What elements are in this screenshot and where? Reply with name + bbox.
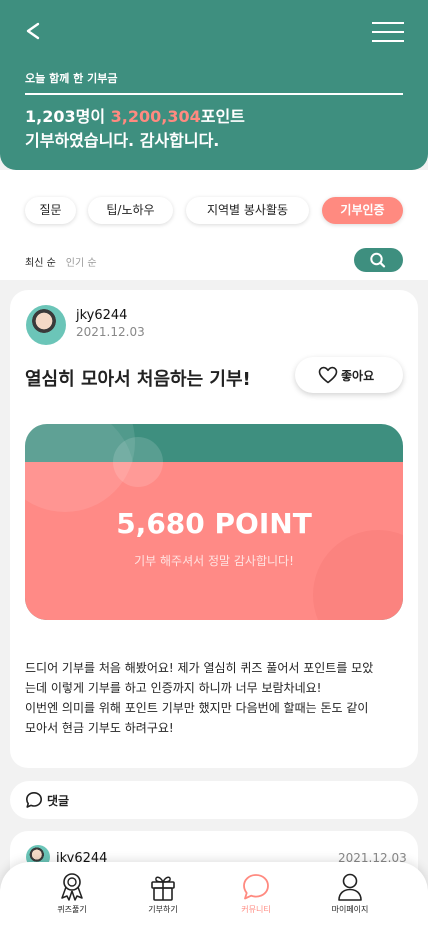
post-card: jky6244 2021.12.03 열심히 모아서 처음하는 기부! 좋아요 … <box>10 290 418 768</box>
nav-donate[interactable]: 기부하기 <box>133 872 193 922</box>
speech-bubble-icon <box>26 792 42 808</box>
nav-label: 마이페이지 <box>331 905 369 914</box>
post-title: 열심히 모아서 처음하는 기부! <box>25 369 251 390</box>
user-icon <box>338 873 362 901</box>
points-suffix: 포인트 <box>200 107 245 126</box>
header-divider <box>25 93 403 95</box>
search-icon <box>370 252 386 268</box>
hamburger-menu-icon[interactable] <box>372 22 404 44</box>
bottom-navigation: 퀴즈풀기 기부하기 커뮤니티 마이페이지 <box>0 862 428 926</box>
post-author[interactable]: jky6244 <box>76 308 127 323</box>
point-card-body <box>25 424 403 620</box>
donor-count: 1,203명이 <box>25 107 106 126</box>
comment-button[interactable]: 댓글 <box>10 781 418 819</box>
post-body-line: 는데 이렇게 기부를 하고 인증까지 하니까 너무 보람차네요! <box>25 681 322 695</box>
nav-quiz[interactable]: 퀴즈풀기 <box>42 872 102 922</box>
post-body-line: 이번엔 의미를 위해 포인트 기부만 했지만 다음번에 할때는 돈도 같이 <box>25 701 369 715</box>
point-thanks: 기부 해주셔서 정말 감사합니다! <box>134 554 294 568</box>
tab-tips[interactable]: 팁/노하우 <box>88 197 173 224</box>
avatar[interactable] <box>26 305 66 345</box>
gift-icon <box>151 876 175 901</box>
like-label: 좋아요 <box>341 369 375 383</box>
post-date: 2021.12.03 <box>76 325 145 339</box>
nav-label: 기부하기 <box>148 905 178 914</box>
donation-header: 오늘 함께 한 기부금 1,203명이 3,200,304포인트 기부하였습니다… <box>0 0 428 170</box>
donation-summary: 1,203명이 3,200,304포인트 <box>25 103 245 127</box>
heart-icon <box>318 366 338 384</box>
points-total: 3,200,304 <box>110 107 201 126</box>
donation-caption: 오늘 함께 한 기부금 <box>25 72 118 85</box>
decorative-circle <box>313 530 403 620</box>
nav-label: 퀴즈풀기 <box>57 905 87 914</box>
sort-latest[interactable]: 최신 순 <box>25 258 56 269</box>
category-tabs: 질문 팁/노하우 지역별 봉사활동 기부인증 <box>25 197 403 224</box>
nav-label: 커뮤니티 <box>241 905 271 914</box>
tab-donation-proof[interactable]: 기부인증 <box>322 197 403 224</box>
comment-label: 댓글 <box>47 794 70 808</box>
sort-popular[interactable]: 인기 순 <box>66 258 97 269</box>
sort-options: 최신 순 인기 순 <box>25 254 97 269</box>
post-body: 드디어 기부를 처음 해봤어요! 제가 열심히 퀴즈 풀어서 포인트를 모았 는… <box>25 658 405 738</box>
point-value: 5,680 POINT <box>116 507 312 540</box>
medal-icon <box>61 873 83 901</box>
nav-community[interactable]: 커뮤니티 <box>226 872 286 922</box>
tab-regional-volunteering[interactable]: 지역별 봉사활동 <box>186 197 309 224</box>
nav-mypage[interactable]: 마이페이지 <box>320 872 380 922</box>
chevron-left-icon[interactable] <box>22 18 44 44</box>
like-button[interactable]: 좋아요 <box>295 357 403 393</box>
post-body-line: 모아서 현금 기부도 하려구요! <box>25 721 174 735</box>
donation-point-card: 5,680 POINT 기부 해주셔서 정말 감사합니다! <box>25 424 403 620</box>
speech-bubble-icon <box>243 874 269 900</box>
thanks-line: 기부하였습니다. 감사합니다. <box>25 131 220 150</box>
post-body-line: 드디어 기부를 처음 해봤어요! 제가 열심히 퀴즈 풀어서 포인트를 모았 <box>25 661 374 675</box>
decorative-circle <box>113 437 163 487</box>
tab-question[interactable]: 질문 <box>25 197 76 224</box>
search-button[interactable] <box>354 248 403 272</box>
